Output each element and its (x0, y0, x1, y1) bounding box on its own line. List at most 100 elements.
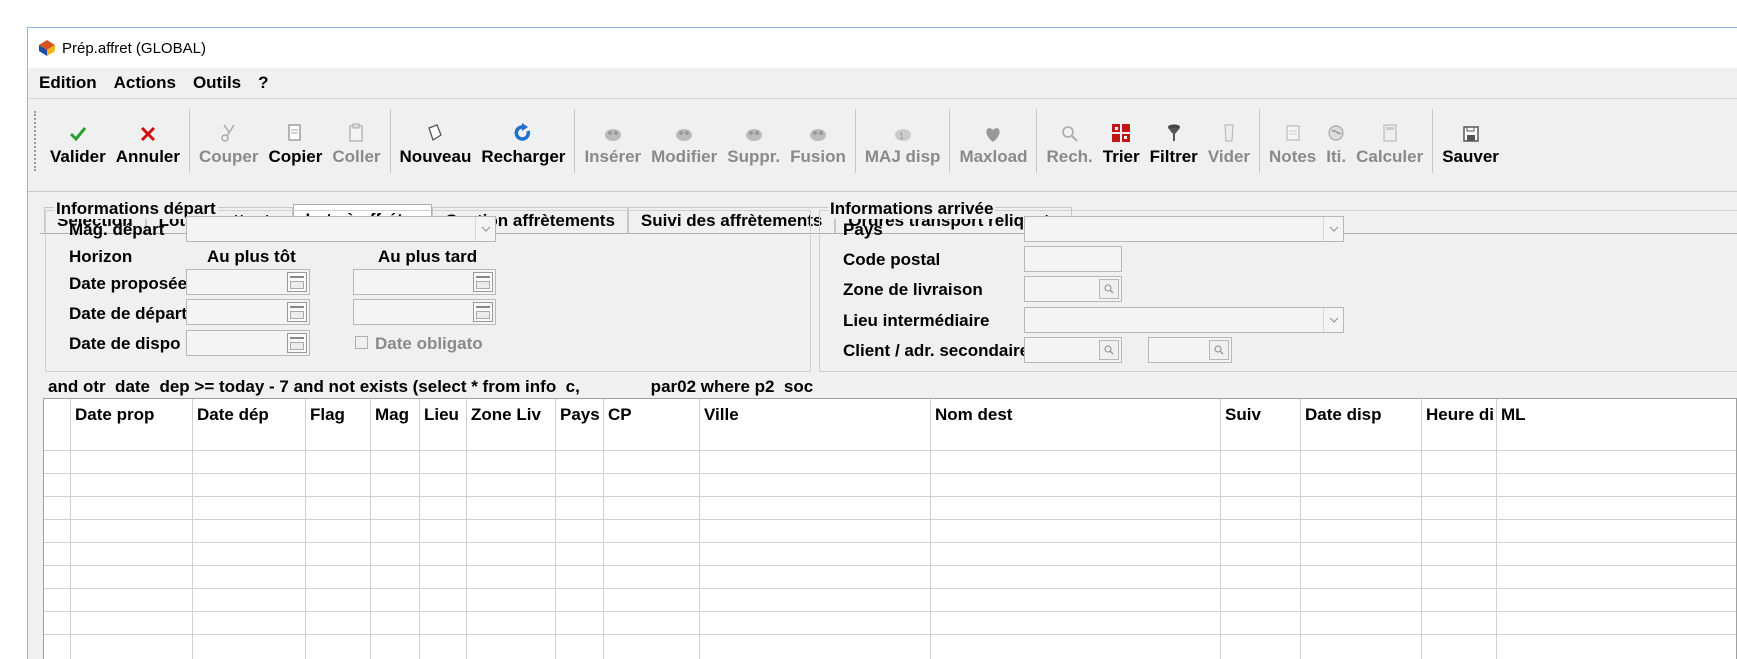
iti-button[interactable]: Iti. (1321, 99, 1351, 193)
search-icon[interactable] (1209, 340, 1229, 360)
zone-livraison-label: Zone de livraison (843, 280, 983, 299)
calendar-icon[interactable] (287, 302, 307, 322)
adr-secondaire-field[interactable] (1148, 337, 1232, 363)
modifier-button[interactable]: Modifier (646, 99, 722, 193)
code-postal-label: Code postal (843, 250, 941, 269)
col-nom-dest[interactable]: Nom dest (935, 405, 1012, 425)
menu-outils[interactable]: Outils (193, 73, 241, 93)
col-zone-liv[interactable]: Zone Liv (471, 405, 541, 425)
date-proposee-tot-field[interactable] (186, 269, 310, 295)
notes-icon (1286, 125, 1300, 141)
search-icon[interactable] (1099, 279, 1119, 299)
col-date-disp[interactable]: Date disp (1305, 405, 1382, 425)
title-bar: Prép.affret (GLOBAL) (28, 28, 1737, 68)
col-heure-di[interactable]: Heure di (1426, 405, 1494, 425)
sauver-button[interactable]: Sauver (1437, 99, 1504, 193)
date-dispo-label: Date de dispo (69, 334, 181, 353)
calendar-icon[interactable] (287, 272, 307, 292)
horizon-label: Horizon (69, 247, 133, 266)
app-icon (39, 40, 55, 56)
modify-icon (676, 129, 693, 141)
save-icon (1462, 126, 1479, 142)
paste-icon (349, 123, 364, 142)
calculer-button[interactable]: Calculer (1351, 99, 1428, 193)
nouveau-button[interactable]: Nouveau (395, 99, 477, 193)
vider-button[interactable]: Vider (1203, 99, 1255, 193)
calendar-icon[interactable] (287, 333, 307, 353)
notes-button[interactable]: Notes (1264, 99, 1321, 193)
col-suiv[interactable]: Suiv (1225, 405, 1261, 425)
col-ml[interactable]: ML (1501, 405, 1526, 425)
date-proposee-label: Date proposée (69, 274, 188, 293)
lieu-intermediaire-label: Lieu intermédiaire (843, 311, 990, 330)
valider-button[interactable]: Valider (45, 99, 111, 193)
inserer-button[interactable]: Insérer (579, 99, 646, 193)
chevron-down-icon[interactable] (475, 217, 495, 241)
route-icon (1328, 125, 1344, 141)
reload-icon (514, 123, 531, 141)
merge-icon (810, 129, 827, 141)
new-icon (428, 124, 443, 141)
annuler-button[interactable]: Annuler (111, 99, 185, 193)
trier-button[interactable]: Trier (1098, 99, 1145, 193)
mag-depart-label: Mag. départ (69, 220, 165, 239)
maxload-button[interactable]: Maxload (954, 99, 1032, 193)
code-postal-field[interactable] (1024, 246, 1122, 272)
pays-combo[interactable] (1024, 216, 1344, 242)
recharger-button[interactable]: Recharger (476, 99, 570, 193)
date-obligato-checkbox[interactable] (355, 336, 368, 349)
date-depart-label: Date de départ (69, 304, 188, 323)
x-icon (140, 126, 155, 142)
col-ville[interactable]: Ville (704, 405, 739, 425)
delete-icon (745, 129, 762, 141)
zone-livraison-field[interactable] (1024, 276, 1122, 302)
menu-bar: Edition Actions Outils ? (28, 68, 1737, 98)
lots-grid[interactable]: Date prop Date dép Flag Mag Lieu Zone Li… (43, 398, 1737, 659)
au-plus-tard-label: Au plus tard (378, 247, 478, 266)
fusion-button[interactable]: Fusion (785, 99, 851, 193)
update-icon: 1 (894, 129, 911, 141)
toolbar-grip[interactable] (34, 111, 38, 171)
col-date-dep[interactable]: Date dép (197, 405, 269, 425)
client-field[interactable] (1024, 337, 1122, 363)
toolbar: Valider Annuler Couper Copier Coller Nou… (28, 98, 1737, 192)
window-title: Prép.affret (GLOBAL) (62, 39, 206, 57)
mag-depart-combo[interactable] (186, 216, 496, 242)
col-date-prop[interactable]: Date prop (75, 405, 154, 425)
calendar-icon[interactable] (473, 302, 493, 322)
coller-button[interactable]: Coller (327, 99, 385, 193)
client-adr-label: Client / adr. secondaire (843, 341, 1030, 360)
date-proposee-tard-field[interactable] (353, 269, 496, 295)
col-flag[interactable]: Flag (310, 405, 345, 425)
col-pays[interactable]: Pays (560, 405, 600, 425)
col-lieu[interactable]: Lieu (424, 405, 459, 425)
suppr-button[interactable]: Suppr. (722, 99, 785, 193)
lieu-intermediaire-combo[interactable] (1024, 307, 1344, 333)
filter-icon (1167, 124, 1180, 141)
search-icon (1061, 126, 1078, 142)
menu-help[interactable]: ? (258, 73, 268, 93)
couper-button[interactable]: Couper (194, 99, 264, 193)
col-mag[interactable]: Mag (375, 405, 409, 425)
date-obligato-label: Date obligato (375, 334, 483, 353)
chevron-down-icon[interactable] (1323, 217, 1343, 241)
calculator-icon (1383, 124, 1397, 142)
clear-icon (1224, 124, 1234, 142)
filtrer-button[interactable]: Filtrer (1145, 99, 1203, 193)
svg-text:1: 1 (899, 131, 904, 141)
sort-icon (1112, 124, 1131, 142)
date-depart-tard-field[interactable] (353, 299, 496, 325)
rech-button[interactable]: Rech. (1041, 99, 1097, 193)
date-depart-tot-field[interactable] (186, 299, 310, 325)
maj-disp-button[interactable]: 1 MAJ disp (860, 99, 946, 193)
col-cp[interactable]: CP (608, 405, 632, 425)
date-dispo-field[interactable] (186, 330, 310, 356)
calendar-icon[interactable] (473, 272, 493, 292)
menu-edition[interactable]: Edition (39, 73, 97, 93)
chevron-down-icon[interactable] (1323, 308, 1343, 332)
menu-actions[interactable]: Actions (114, 73, 176, 93)
search-icon[interactable] (1099, 340, 1119, 360)
copier-button[interactable]: Copier (264, 99, 328, 193)
scissors-icon (221, 124, 235, 142)
check-icon (69, 127, 87, 142)
